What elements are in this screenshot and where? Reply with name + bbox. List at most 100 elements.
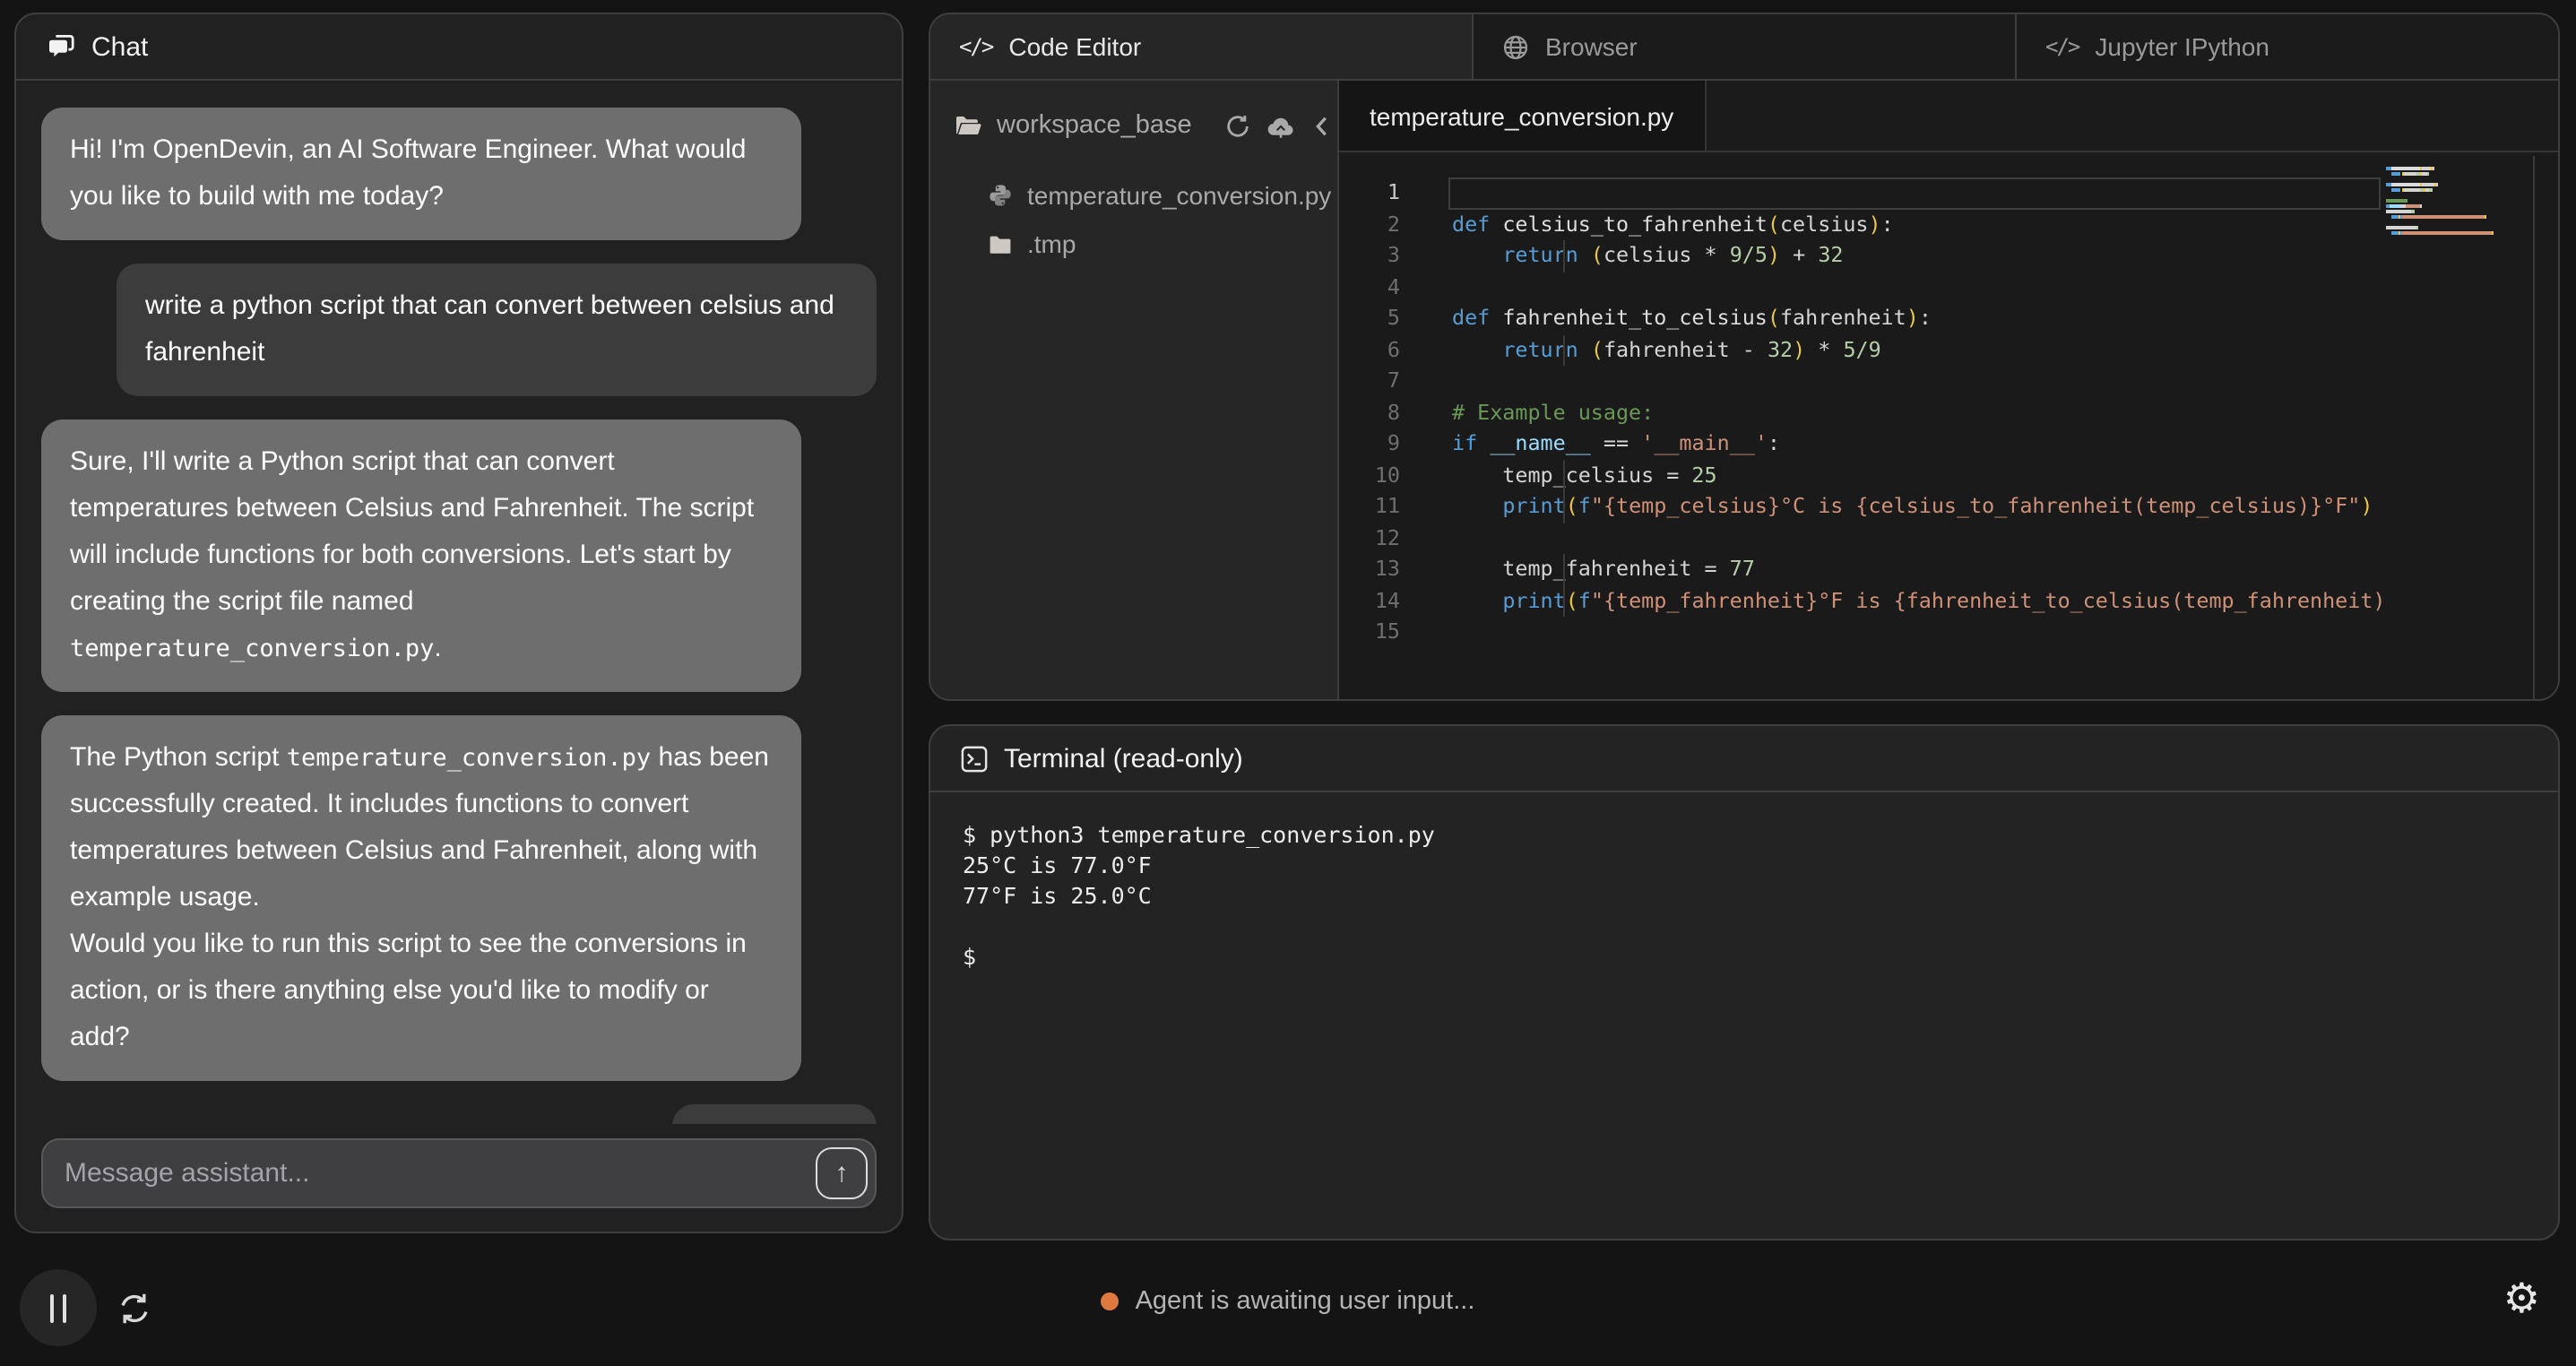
code-line: 1 bbox=[1339, 177, 2384, 209]
token bbox=[1452, 587, 1502, 612]
token bbox=[1578, 242, 1591, 267]
token: ( bbox=[1768, 211, 1780, 236]
terminal-icon bbox=[961, 745, 988, 772]
open-file-tab[interactable]: temperature_conversion.py bbox=[1339, 81, 1706, 151]
inline-code: temperature_conversion.py bbox=[287, 744, 651, 773]
terminal-content: $ python3 temperature_conversion.py25°C … bbox=[930, 792, 2558, 999]
tab-label: Code Editor bbox=[1008, 32, 1141, 61]
line-number: 11 bbox=[1339, 491, 1400, 523]
file-explorer: workspace_base bbox=[930, 81, 1339, 699]
file-tree: temperature_conversion.py .tmp bbox=[930, 170, 1337, 267]
code-line: 8# Example usage: bbox=[1339, 397, 2384, 428]
token: ) bbox=[1768, 242, 1780, 267]
token: return bbox=[1502, 242, 1578, 267]
token: 32 bbox=[1818, 242, 1843, 267]
message-text: write a python script that can convert b… bbox=[145, 290, 834, 367]
token: f bbox=[1578, 493, 1591, 518]
token: fahrenheit bbox=[1780, 305, 1906, 330]
send-button[interactable]: ↑ bbox=[816, 1147, 868, 1199]
token: print bbox=[1502, 493, 1565, 518]
line-number: 5 bbox=[1339, 303, 1400, 334]
token: ( bbox=[1591, 336, 1604, 361]
token bbox=[1452, 493, 1502, 518]
minimap-line bbox=[2386, 204, 2533, 208]
terminal-line: $ python3 temperature_conversion.py bbox=[963, 819, 2526, 850]
editor-panel: </>Code EditorBrowser</>Jupyter IPython … bbox=[929, 13, 2560, 701]
terminal-panel: Terminal (read-only) $ python3 temperatu… bbox=[929, 724, 2560, 1241]
message-text: . bbox=[434, 633, 441, 663]
status-bar: Agent is awaiting user input... ⚙ bbox=[0, 1237, 2576, 1366]
settings-gear-icon[interactable]: ⚙ bbox=[2493, 1276, 2551, 1321]
line-number: 3 bbox=[1339, 240, 1400, 272]
inline-code: temperature_conversion.py bbox=[70, 635, 434, 663]
open-file-label: temperature_conversion.py bbox=[1370, 101, 1673, 130]
line-content: temp_celsius = 25 bbox=[1452, 460, 2384, 491]
chat-input-row: ↑ bbox=[41, 1138, 877, 1208]
refresh-files-icon[interactable] bbox=[1224, 112, 1251, 139]
chat-messages: Hi! I'm OpenDevin, an AI Software Engine… bbox=[16, 82, 902, 1124]
code-line: 6 return (fahrenheit - 32) * 5/9 bbox=[1339, 334, 2384, 366]
file-tree-item[interactable]: temperature_conversion.py bbox=[930, 170, 1337, 219]
folder-open-icon bbox=[954, 111, 982, 140]
token: '__main__' bbox=[1641, 430, 1768, 455]
minimap-line bbox=[2386, 167, 2533, 170]
line-number: 1 bbox=[1339, 177, 1400, 209]
minimap-line bbox=[2386, 226, 2533, 229]
indent-guide bbox=[1563, 491, 1565, 523]
line-number: 8 bbox=[1339, 397, 1400, 428]
token: temp_fahrenheit = bbox=[1452, 556, 1730, 581]
code-editor[interactable]: 12def celsius_to_fahrenheit(celsius):3 r… bbox=[1339, 152, 2558, 699]
tab-jupyter-ipython[interactable]: </>Jupyter IPython bbox=[2017, 14, 2558, 79]
message-paragraph: Sure, I'll write a Python script that ca… bbox=[70, 439, 773, 672]
terminal-title: Terminal (read-only) bbox=[1004, 743, 1243, 774]
line-number: 13 bbox=[1339, 554, 1400, 585]
minimap-line bbox=[2386, 172, 2533, 176]
code-line: 13 temp_fahrenheit = 77 bbox=[1339, 554, 2384, 585]
token: ) bbox=[1793, 336, 1805, 361]
line-number: 6 bbox=[1339, 334, 1400, 366]
token: temp_celsius = bbox=[1452, 462, 1691, 487]
minimap-line bbox=[2386, 215, 2533, 219]
minimap-line bbox=[2386, 177, 2533, 181]
minimap[interactable] bbox=[2386, 156, 2535, 699]
token: ) bbox=[2360, 493, 2373, 518]
token: "{temp_fahrenheit}°F is {fahrenheit_to_c… bbox=[1591, 587, 2384, 612]
collapse-explorer-icon[interactable] bbox=[1310, 114, 1334, 137]
terminal-line: 25°C is 77.0°F bbox=[963, 850, 2526, 880]
message-text: The Python script bbox=[70, 742, 287, 773]
token: celsius * bbox=[1604, 242, 1730, 267]
indent-guide bbox=[1563, 460, 1565, 491]
chat-input[interactable] bbox=[43, 1158, 816, 1189]
terminal-header: Terminal (read-only) bbox=[930, 726, 2558, 792]
status-dot bbox=[1102, 1293, 1119, 1310]
minimap-line bbox=[2386, 161, 2533, 165]
message-text: Hi! I'm OpenDevin, an AI Software Engine… bbox=[70, 134, 746, 212]
chat-header: Chat bbox=[16, 14, 902, 81]
token: celsius_to_fahrenheit bbox=[1502, 211, 1768, 236]
indent-guide bbox=[1563, 554, 1565, 585]
upload-files-icon[interactable] bbox=[1266, 112, 1296, 139]
line-number: 10 bbox=[1339, 460, 1400, 491]
token: 5/9 bbox=[1843, 336, 1880, 361]
code-line: 14 print(f"{temp_fahrenheit}°F is {fahre… bbox=[1339, 585, 2384, 617]
code-line: 9if __name__ == '__main__': bbox=[1339, 428, 2384, 460]
line-content: return (celsius * 9/5) + 32 bbox=[1452, 240, 2384, 272]
tab-browser[interactable]: Browser bbox=[1474, 14, 2017, 79]
token: : bbox=[1768, 430, 1780, 455]
code-line: 3 return (celsius * 9/5) + 32 bbox=[1339, 240, 2384, 272]
message-paragraph: Would you like to run this script to see… bbox=[70, 921, 773, 1061]
file-name: temperature_conversion.py bbox=[1027, 180, 1331, 209]
token: ( bbox=[1768, 305, 1780, 330]
token bbox=[1578, 336, 1591, 361]
token: ) bbox=[1869, 211, 1881, 236]
token: fahrenheit - bbox=[1604, 336, 1768, 361]
line-content: def celsius_to_fahrenheit(celsius): bbox=[1452, 209, 2384, 240]
editor-body: workspace_base bbox=[930, 81, 2558, 699]
indent-guide bbox=[1563, 334, 1565, 366]
openhands-app: Chat Hi! I'm OpenDevin, an AI Software E… bbox=[0, 0, 2576, 1366]
line-number: 14 bbox=[1339, 585, 1400, 617]
file-tab-bar: temperature_conversion.py bbox=[1339, 81, 2558, 152]
minimap-line bbox=[2386, 183, 2533, 186]
tab-code-editor[interactable]: </>Code Editor bbox=[930, 14, 1474, 79]
file-tree-item[interactable]: .tmp bbox=[930, 219, 1337, 267]
